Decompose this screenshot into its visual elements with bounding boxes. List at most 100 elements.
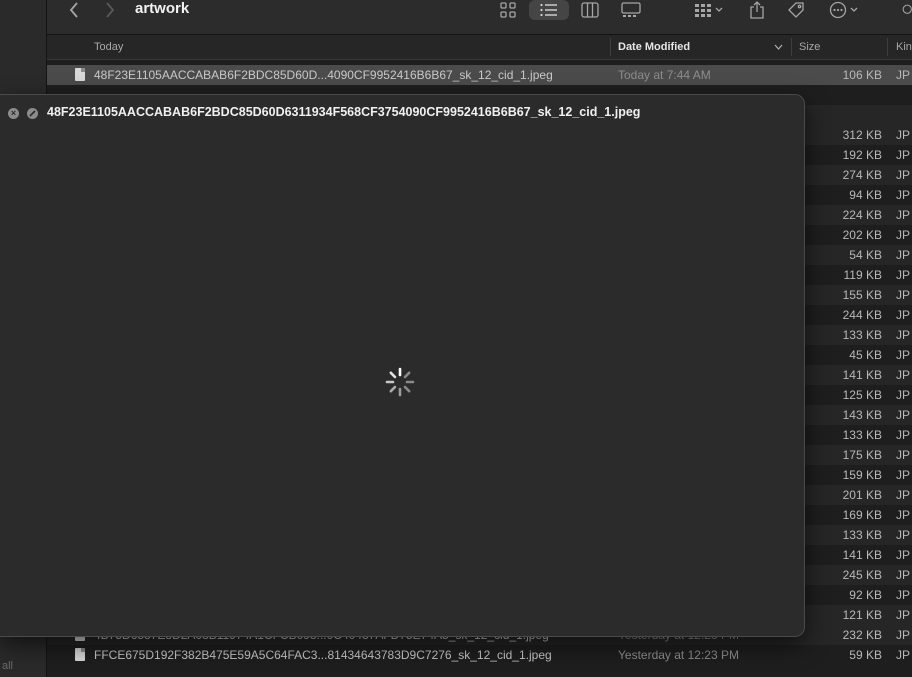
grid-icon (500, 2, 516, 18)
share-button[interactable] (744, 0, 770, 20)
file-size: 125 KB (842, 388, 882, 402)
file-size: 106 KB (842, 68, 882, 82)
file-size: 175 KB (842, 448, 882, 462)
file-size: 119 KB (843, 268, 882, 282)
file-kind: JP (896, 628, 911, 642)
file-size: 159 KB (842, 468, 882, 482)
file-name: FFCE675D192F382B475E59A5C64FAC3...814346… (94, 648, 552, 662)
file-kind: JP (896, 328, 911, 342)
file-size: 92 KB (849, 588, 882, 602)
file-kind: JP (896, 68, 911, 82)
file-kind: JP (896, 608, 911, 622)
file-kind: JP (896, 408, 911, 422)
gallery-view-button[interactable] (617, 0, 645, 20)
file-kind: JP (896, 468, 911, 482)
toolbar: artwork (47, 0, 912, 35)
file-size: 141 KB (842, 368, 882, 382)
file-kind: JP (896, 208, 911, 222)
file-size: 59 KB (849, 648, 882, 662)
icon-view-button[interactable] (495, 0, 521, 20)
search-icon (902, 4, 912, 14)
file-kind: JP (896, 228, 911, 242)
column-kind[interactable]: Kin (896, 41, 912, 53)
list-icon (540, 3, 557, 17)
close-icon: × (10, 108, 17, 118)
loading-spinner-icon (385, 367, 415, 397)
file-kind: JP (896, 248, 911, 262)
file-name: 48F23E1105AACCABAB6F2BDC85D60D...4090CF9… (94, 68, 553, 82)
file-size: 244 KB (842, 308, 882, 322)
sort-chevron-down-icon[interactable] (774, 44, 783, 50)
file-kind: JP (896, 268, 911, 282)
tags-button[interactable] (783, 0, 809, 20)
list-view-button[interactable] (529, 0, 569, 20)
file-kind: JP (896, 168, 911, 182)
sidebar-partial-label[interactable]: all (2, 660, 13, 672)
file-kind: JP (896, 548, 911, 562)
file-kind: JP (896, 388, 911, 402)
file-size: 133 KB (842, 328, 882, 342)
file-size: 94 KB (849, 188, 882, 202)
file-kind: JP (896, 488, 911, 502)
search-button[interactable] (902, 0, 912, 20)
file-size: 133 KB (842, 528, 882, 542)
file-size: 201 KB (842, 488, 882, 502)
file-size: 54 KB (849, 248, 882, 262)
file-kind: JP (896, 188, 911, 202)
share-icon (750, 1, 764, 19)
file-kind: JP (896, 348, 911, 362)
file-size: 232 KB (842, 628, 882, 642)
file-size: 312 KB (842, 128, 882, 142)
file-kind: JP (896, 288, 911, 302)
quicklook-title: 48F23E1105AACCABAB6F2BDC85D60D6311934F56… (47, 105, 641, 119)
file-size: 121 KB (842, 608, 882, 622)
action-menu-button[interactable] (825, 0, 865, 20)
group-grid-icon (695, 4, 723, 17)
file-size: 45 KB (849, 348, 882, 362)
forward-button[interactable] (97, 0, 123, 20)
column-divider[interactable] (791, 38, 792, 56)
file-size: 133 KB (842, 428, 882, 442)
column-header-bar: Today Date Modified Size Kin (47, 35, 912, 60)
file-kind: JP (896, 148, 911, 162)
file-date: Today at 7:44 AM (618, 68, 711, 82)
file-size: 192 KB (842, 148, 882, 162)
file-kind: JP (896, 568, 911, 582)
file-size: 224 KB (842, 208, 882, 222)
file-kind: JP (896, 428, 911, 442)
column-date-modified[interactable]: Date Modified (618, 41, 690, 53)
file-row-selected[interactable]: 48F23E1105AACCABAB6F2BDC85D60D...4090CF9… (47, 65, 912, 85)
gallery-icon (621, 2, 641, 17)
file-kind: JP (896, 588, 911, 602)
file-kind: JP (896, 308, 911, 322)
tag-icon (788, 2, 804, 18)
file-kind: JP (896, 368, 911, 382)
file-size: 245 KB (842, 568, 882, 582)
file-size: 169 KB (842, 508, 882, 522)
column-size[interactable]: Size (799, 41, 820, 53)
chevron-right-icon (106, 2, 115, 18)
back-button[interactable] (61, 0, 87, 20)
file-size: 143 KB (842, 408, 882, 422)
jpeg-file-icon (75, 68, 85, 81)
chevron-left-icon (69, 2, 78, 18)
file-kind: JP (896, 528, 911, 542)
fullscreen-icon (29, 110, 36, 117)
file-row[interactable]: FFCE675D192F382B475E59A5C64FAC3...814346… (47, 645, 912, 665)
file-size: 274 KB (842, 168, 882, 182)
quicklook-close-button[interactable]: × (8, 108, 19, 119)
file-kind: JP (896, 128, 911, 142)
more-options-icon (829, 1, 858, 19)
folder-title: artwork (135, 0, 190, 17)
file-kind: JP (896, 508, 911, 522)
file-kind: JP (896, 648, 911, 662)
quicklook-fullscreen-button[interactable] (27, 108, 38, 119)
group-header-today: Today (94, 41, 124, 53)
file-date: Yesterday at 12:23 PM (618, 648, 739, 662)
group-by-button[interactable] (689, 0, 729, 20)
column-divider[interactable] (887, 38, 888, 56)
column-view-button[interactable] (577, 0, 603, 20)
quick-look-window: × 48F23E1105AACCABAB6F2BDC85D60D6311934F… (0, 94, 805, 637)
file-size: 141 KB (842, 548, 882, 562)
column-divider[interactable] (610, 38, 611, 56)
